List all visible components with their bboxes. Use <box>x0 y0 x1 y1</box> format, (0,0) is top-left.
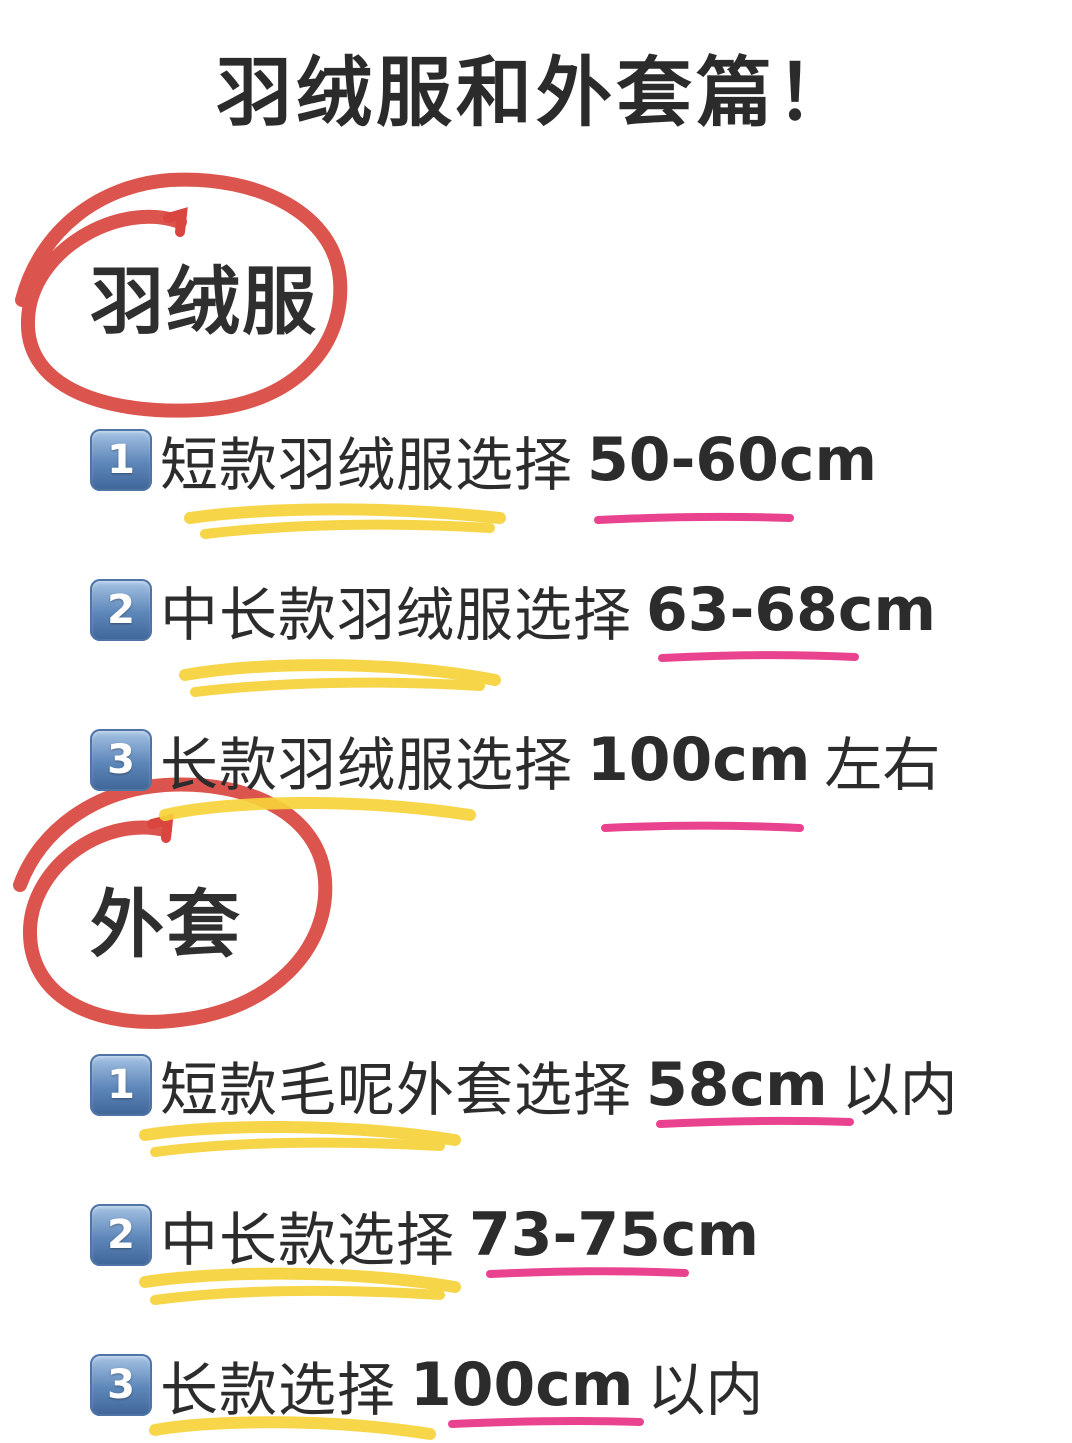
keycap-number-icon: 3 <box>90 1354 152 1416</box>
item-suffix: 以内 <box>841 1056 958 1124</box>
keycap-number-icon: 1 <box>90 1054 152 1116</box>
keycap-number-icon: 2 <box>90 1204 152 1266</box>
item-size: 73-75cm <box>469 1200 759 1270</box>
item-text: 短款毛呢外套选择 <box>160 1056 633 1124</box>
item-text: 中长款羽绒服选择 <box>160 581 633 649</box>
list-item: 3 长款羽绒服选择 100cm 左右 <box>90 725 940 799</box>
list-item: 2 中长款选择 73-75cm <box>90 1200 773 1274</box>
list-item: 1 短款毛呢外套选择 58cm 以内 <box>90 1050 958 1124</box>
page-title: 羽绒服和外套篇！ <box>216 48 856 137</box>
list-item: 1 短款羽绒服选择 50-60cm <box>90 425 891 499</box>
pink-underline-group <box>448 512 859 1428</box>
item-size: 63-68cm <box>646 575 936 645</box>
keycap-number-icon: 2 <box>90 579 152 641</box>
item-text: 长款选择 <box>160 1356 397 1424</box>
item-suffix: 以内 <box>647 1356 764 1424</box>
item-size: 58cm <box>646 1050 828 1120</box>
section-heading-coat: 外套 <box>90 882 242 968</box>
keycap-number-icon: 3 <box>90 729 152 791</box>
item-text: 长款羽绒服选择 <box>160 731 574 799</box>
list-item: 2 中长款羽绒服选择 63-68cm <box>90 575 950 649</box>
page: 羽绒服和外套篇！ 羽绒服 1 短款羽绒服选择 50-60cm 2 中长款羽绒服选… <box>0 0 1072 1443</box>
keycap-number-icon: 1 <box>90 429 152 491</box>
item-text: 短款羽绒服选择 <box>160 431 574 499</box>
item-text: 中长款选择 <box>160 1206 456 1274</box>
list-item: 3 长款选择 100cm 以内 <box>90 1350 763 1424</box>
item-size: 50-60cm <box>587 425 877 495</box>
item-suffix: 左右 <box>824 731 941 799</box>
item-size: 100cm <box>587 725 811 795</box>
section-heading-down-jacket: 羽绒服 <box>90 259 318 345</box>
item-size: 100cm <box>410 1350 634 1420</box>
